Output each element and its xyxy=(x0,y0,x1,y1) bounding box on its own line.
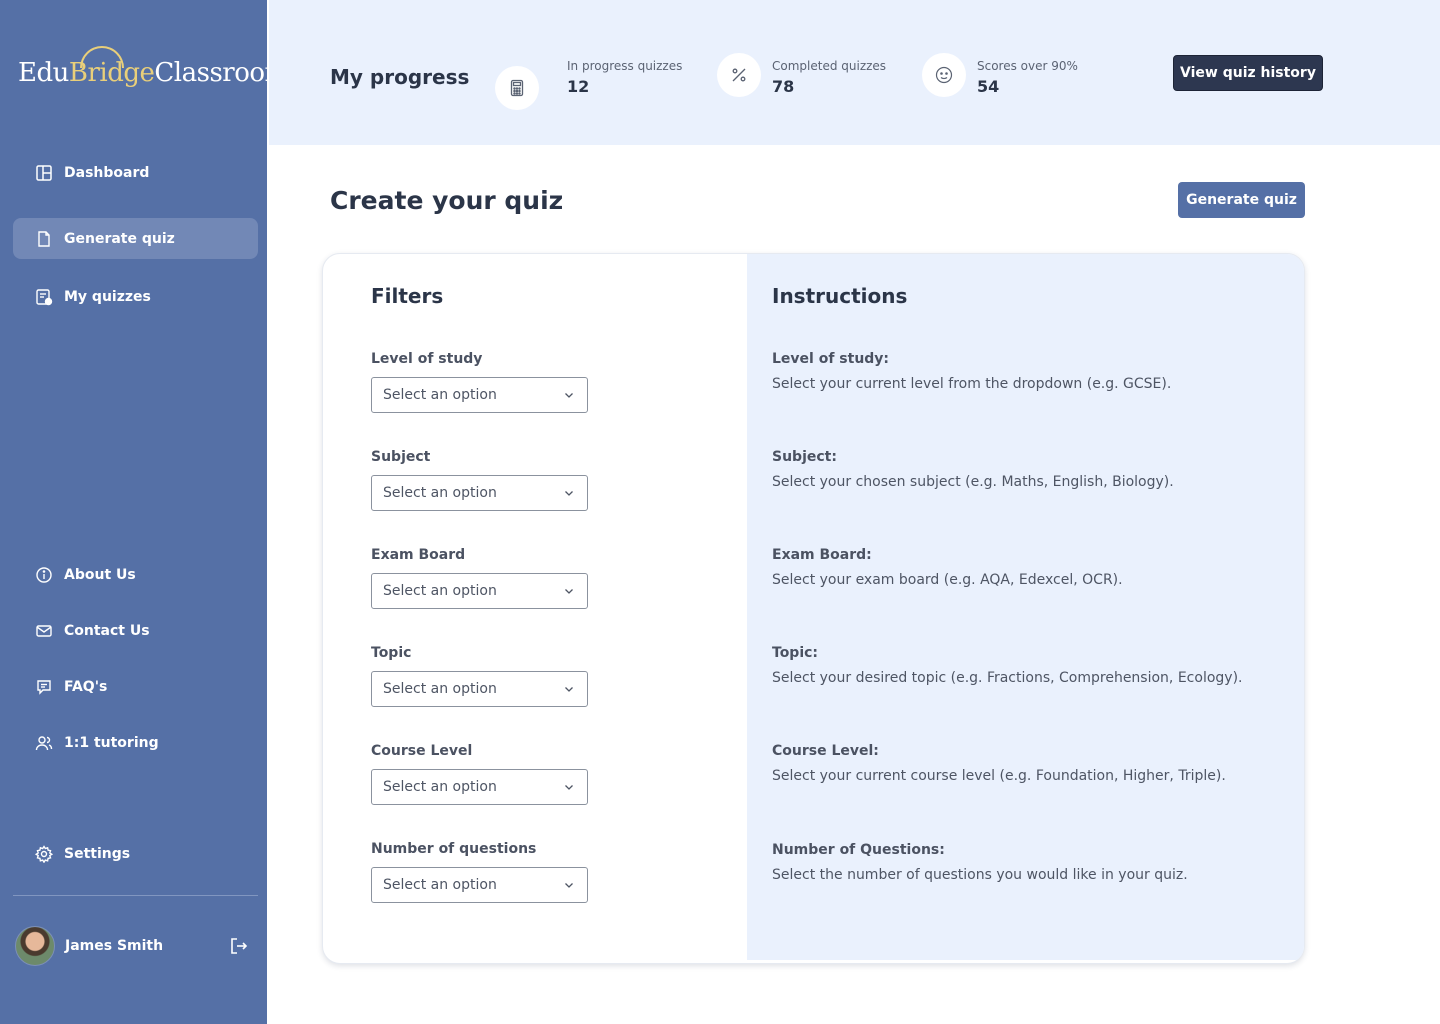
field-label: Number of questions xyxy=(371,841,537,857)
instruction-title: Topic: xyxy=(772,645,819,661)
layout-icon xyxy=(35,164,53,182)
generate-quiz-button[interactable]: Generate quiz xyxy=(1178,182,1305,218)
topic-select[interactable]: Select an option xyxy=(371,671,588,707)
progress-panel: My progress In progress quizzes 12 Compl… xyxy=(269,0,1440,145)
instruction-text: Select your current course level (e.g. F… xyxy=(772,768,1226,784)
instruction-text: Select your chosen subject (e.g. Maths, … xyxy=(772,474,1174,490)
chevron-down-icon xyxy=(565,785,573,790)
instruction-text: Select your exam board (e.g. AQA, Edexce… xyxy=(772,572,1123,588)
chat-icon xyxy=(35,678,53,696)
chevron-down-icon xyxy=(565,393,573,398)
sidebar-item-label: Contact Us xyxy=(64,622,150,639)
mail-icon xyxy=(35,622,53,640)
smiley-icon xyxy=(922,53,966,97)
brand-part2: Bridge xyxy=(68,58,155,88)
sidebar-item-about-us[interactable]: About Us xyxy=(13,554,258,595)
avatar[interactable] xyxy=(15,926,55,966)
stat-value: 12 xyxy=(567,77,590,96)
sidebar-item-label: About Us xyxy=(64,566,136,583)
select-placeholder: Select an option xyxy=(383,681,497,697)
field-label: Topic xyxy=(371,645,412,661)
field-label: Level of study xyxy=(371,351,483,367)
instruction-title: Exam Board: xyxy=(772,547,872,563)
sidebar-item-faqs[interactable]: FAQ's xyxy=(13,666,258,707)
stat-value: 54 xyxy=(977,77,1000,96)
stat-value: 78 xyxy=(772,77,795,96)
chevron-down-icon xyxy=(565,883,573,888)
info-icon xyxy=(35,566,53,584)
view-quiz-history-button[interactable]: View quiz history xyxy=(1173,55,1323,91)
sidebar-divider xyxy=(13,895,258,896)
course-level-select[interactable]: Select an option xyxy=(371,769,588,805)
subject-select[interactable]: Select an option xyxy=(371,475,588,511)
progress-title: My progress xyxy=(330,65,470,89)
instruction-title: Number of Questions: xyxy=(772,842,945,858)
instruction-title: Subject: xyxy=(772,449,837,465)
instruction-text: Select your desired topic (e.g. Fraction… xyxy=(772,670,1243,686)
instruction-title: Course Level: xyxy=(772,743,879,759)
level-of-study-select[interactable]: Select an option xyxy=(371,377,588,413)
instructions-heading: Instructions xyxy=(772,284,908,308)
sidebar-item-label: FAQ's xyxy=(64,678,108,695)
calculator-icon xyxy=(495,66,539,110)
quiz-icon xyxy=(35,288,53,306)
sidebar-item-dashboard[interactable]: Dashboard xyxy=(13,152,258,193)
select-placeholder: Select an option xyxy=(383,485,497,501)
sidebar-item-contact-us[interactable]: Contact Us xyxy=(13,610,258,651)
percent-icon xyxy=(717,53,761,97)
sidebar: EduBridgeClassroom Dashboard Generate qu… xyxy=(0,0,289,1024)
file-icon xyxy=(35,230,53,248)
select-placeholder: Select an option xyxy=(383,583,497,599)
chevron-down-icon xyxy=(565,491,573,496)
instruction-title: Level of study: xyxy=(772,351,890,367)
select-placeholder: Select an option xyxy=(383,877,497,893)
logout-icon[interactable] xyxy=(229,936,249,956)
user-profile[interactable]: James Smith xyxy=(15,925,255,967)
field-label: Subject xyxy=(371,449,431,465)
brand-part1: Edu xyxy=(18,58,69,88)
sidebar-item-label: Dashboard xyxy=(64,164,150,181)
chevron-down-icon xyxy=(565,589,573,594)
select-placeholder: Select an option xyxy=(383,387,497,403)
exam-board-select[interactable]: Select an option xyxy=(371,573,588,609)
users-icon xyxy=(35,734,53,752)
sidebar-item-label: Settings xyxy=(64,845,131,862)
sidebar-item-label: My quizzes xyxy=(64,288,151,305)
field-label: Exam Board xyxy=(371,547,466,563)
page-title: Create your quiz xyxy=(330,186,564,215)
brand-logo[interactable]: EduBridgeClassroom xyxy=(18,46,289,98)
sidebar-item-my-quizzes[interactable]: My quizzes xyxy=(13,276,258,317)
sidebar-item-label: 1:1 tutoring xyxy=(64,734,159,751)
sidebar-item-settings[interactable]: Settings xyxy=(13,833,258,874)
user-name: James Smith xyxy=(65,938,164,954)
instruction-text: Select the number of questions you would… xyxy=(772,867,1188,883)
quiz-form-card: Filters Instructions Level of study Sele… xyxy=(322,253,1305,964)
instruction-text: Select your current level from the dropd… xyxy=(772,376,1172,392)
sidebar-item-generate-quiz[interactable]: Generate quiz xyxy=(13,218,258,259)
filters-heading: Filters xyxy=(371,284,444,308)
sidebar-item-tutoring[interactable]: 1:1 tutoring xyxy=(13,722,258,763)
number-of-questions-select[interactable]: Select an option xyxy=(371,867,588,903)
sidebar-item-label: Generate quiz xyxy=(64,230,175,247)
select-placeholder: Select an option xyxy=(383,779,497,795)
gear-icon xyxy=(35,844,53,863)
chevron-down-icon xyxy=(565,687,573,692)
field-label: Course Level xyxy=(371,743,473,759)
